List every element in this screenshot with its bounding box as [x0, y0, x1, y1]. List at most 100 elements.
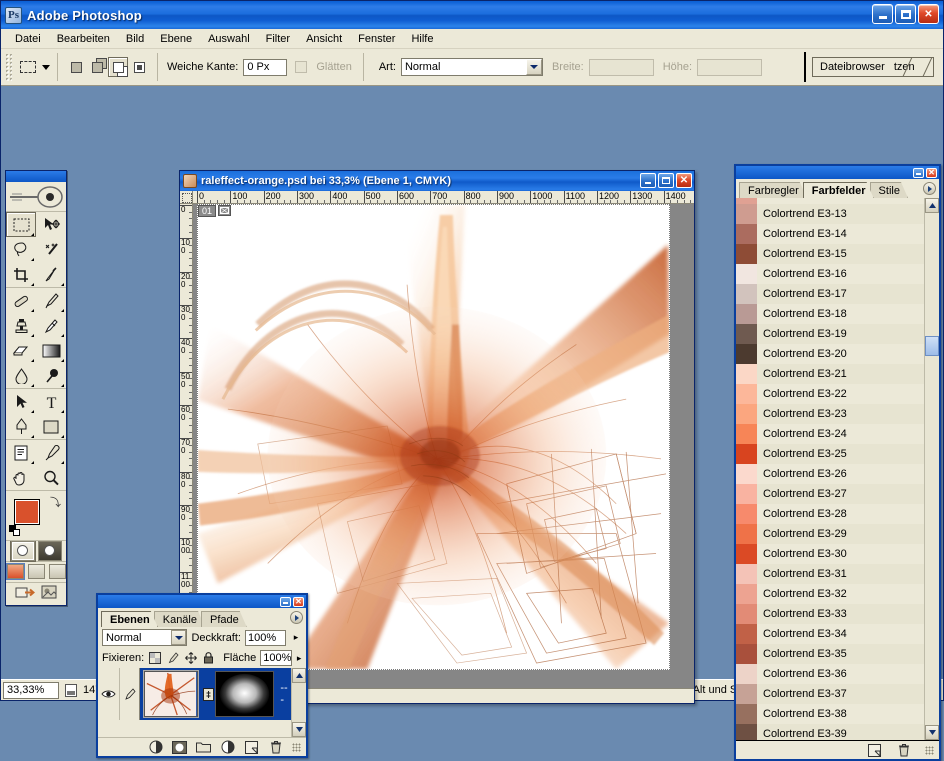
list-item[interactable]: Colortrend E3-25 — [736, 444, 924, 464]
palette-well-file-browser-tab[interactable]: Dateibrowser tzen — [812, 57, 934, 77]
swap-colors-icon[interactable]: ⤵ — [50, 494, 61, 510]
tool-flyout-indicator[interactable] — [61, 410, 64, 413]
swatch-color-chip[interactable] — [736, 344, 757, 364]
pen-tool[interactable] — [6, 414, 36, 439]
tab-ebenen[interactable]: Ebenen — [101, 611, 158, 627]
default-colors-icon[interactable] — [9, 524, 20, 536]
standard-mode-button[interactable] — [10, 540, 35, 561]
list-item[interactable]: Colortrend E3-37 — [736, 684, 924, 704]
menu-ansicht[interactable]: Ansicht — [298, 31, 350, 47]
tool-flyout-indicator[interactable] — [61, 435, 64, 438]
tool-flyout-indicator[interactable] — [61, 359, 64, 362]
gradient-tool[interactable] — [36, 338, 66, 363]
layers-close-button[interactable]: ✕ — [293, 596, 304, 607]
quick-mask-mode-button[interactable] — [37, 540, 62, 561]
tool-flyout-indicator[interactable] — [31, 334, 34, 337]
swatch-color-chip[interactable] — [736, 644, 757, 664]
history-brush-tool[interactable] — [36, 313, 66, 338]
list-item[interactable]: Colortrend E3-21 — [736, 364, 924, 384]
list-item[interactable]: Colortrend E3-24 — [736, 424, 924, 444]
list-item[interactable]: Colortrend E3-34 — [736, 624, 924, 644]
chevron-down-icon[interactable] — [525, 59, 542, 75]
horizontal-ruler[interactable]: 0 100 200 300 400 500 600 700 800 900 1000 1100 1200… — [193, 191, 694, 204]
swatch-color-chip[interactable] — [736, 364, 757, 384]
tool-flyout-indicator[interactable] — [31, 461, 34, 464]
new-group-icon[interactable] — [196, 740, 211, 755]
jump-to-imageready-icon[interactable] — [15, 584, 35, 604]
swatches-close-button[interactable]: ✕ — [926, 167, 937, 178]
ruler-origin-corner[interactable] — [180, 191, 193, 204]
list-item[interactable]: Colortrend E3-15 — [736, 244, 924, 264]
document-minimize-button[interactable] — [640, 173, 656, 188]
menu-bild[interactable]: Bild — [118, 31, 152, 47]
swatch-color-chip[interactable] — [736, 604, 757, 624]
layer-mask-icon[interactable] — [172, 740, 187, 755]
resize-grip[interactable] — [292, 742, 301, 752]
scroll-track[interactable] — [925, 213, 939, 725]
swatch-color-chip[interactable] — [736, 264, 757, 284]
list-item[interactable]: Colortrend E3-29 — [736, 524, 924, 544]
swatch-rows[interactable]: Colortrend E3-13 Colortrend E3-14 Colortre… — [736, 198, 924, 740]
list-item[interactable]: Colortrend E3-22 — [736, 384, 924, 404]
list-item[interactable]: Colortrend E3-27 — [736, 484, 924, 504]
tool-flyout-indicator[interactable] — [31, 283, 34, 286]
document-close-button[interactable]: ✕ — [676, 173, 692, 188]
menu-auswahl[interactable]: Auswahl — [200, 31, 258, 47]
lock-transparency-icon[interactable] — [148, 652, 161, 665]
swatch-color-chip[interactable] — [736, 384, 757, 404]
list-item[interactable]: Colortrend E3-33 — [736, 604, 924, 624]
list-item[interactable]: Colortrend E3-28 — [736, 504, 924, 524]
opacity-stepper[interactable]: ▸ — [290, 630, 302, 646]
dodge-tool[interactable] — [36, 363, 66, 388]
intersect-selection-button[interactable] — [129, 57, 149, 77]
swatch-color-chip[interactable] — [736, 244, 757, 264]
swatches-palette-titlebar[interactable]: ✕ — [736, 166, 939, 179]
move-tool[interactable] — [36, 212, 66, 237]
layers-palette-titlebar[interactable]: ✕ — [98, 595, 306, 608]
swatch-color-chip[interactable] — [736, 324, 757, 344]
options-bar-grip[interactable] — [5, 53, 12, 81]
menu-hilfe[interactable]: Hilfe — [403, 31, 441, 47]
toolbox-titlebar[interactable] — [6, 171, 66, 182]
layers-palette-menu-icon[interactable] — [290, 611, 303, 624]
scroll-down-button[interactable] — [925, 725, 939, 740]
list-item[interactable]: Colortrend E3-14 — [736, 224, 924, 244]
rectangular-marquee-tool[interactable] — [6, 212, 36, 237]
resize-grip[interactable] — [925, 745, 934, 755]
tool-flyout-indicator[interactable] — [61, 283, 64, 286]
close-button[interactable]: ✕ — [918, 4, 939, 24]
scroll-thumb[interactable] — [925, 336, 939, 356]
swatch-color-chip[interactable] — [736, 484, 757, 504]
list-item[interactable]: Colortrend E3-17 — [736, 284, 924, 304]
scroll-track[interactable] — [292, 683, 306, 722]
swatch-color-chip[interactable] — [736, 564, 757, 584]
swatch-color-chip[interactable] — [736, 304, 757, 324]
blur-tool[interactable] — [6, 363, 36, 388]
swatch-color-chip[interactable] — [736, 424, 757, 444]
delete-layer-icon[interactable] — [268, 740, 283, 755]
notes-tool[interactable] — [6, 440, 36, 465]
scroll-down-button[interactable] — [292, 722, 306, 737]
tool-flyout-indicator[interactable] — [61, 334, 64, 337]
new-swatch-icon[interactable] — [867, 743, 882, 758]
full-screen-mode-button[interactable] — [48, 564, 66, 580]
swatch-color-chip[interactable] — [736, 284, 757, 304]
feather-input[interactable]: 0 Px — [243, 58, 288, 76]
document-maximize-button[interactable] — [658, 173, 674, 188]
scroll-up-button[interactable] — [925, 198, 939, 213]
brush-icon[interactable] — [119, 668, 141, 720]
path-selection-tool[interactable] — [6, 389, 36, 414]
tool-flyout-indicator[interactable] — [61, 384, 64, 387]
menu-filter[interactable]: Filter — [258, 31, 298, 47]
layer-style-icon[interactable] — [148, 740, 163, 755]
fill-stepper[interactable]: ▸ — [296, 650, 302, 666]
menu-fenster[interactable]: Fenster — [350, 31, 403, 47]
list-item[interactable]: Colortrend E3-30 — [736, 544, 924, 564]
zoom-level-input[interactable]: 33,33% — [3, 681, 59, 699]
clone-stamp-tool[interactable] — [6, 313, 36, 338]
layer-name[interactable]: --- — [274, 682, 291, 706]
menu-ebene[interactable]: Ebene — [152, 31, 200, 47]
chevron-down-icon[interactable] — [42, 64, 50, 70]
tool-flyout-indicator[interactable] — [31, 309, 34, 312]
layers-scrollbar[interactable] — [291, 668, 306, 737]
